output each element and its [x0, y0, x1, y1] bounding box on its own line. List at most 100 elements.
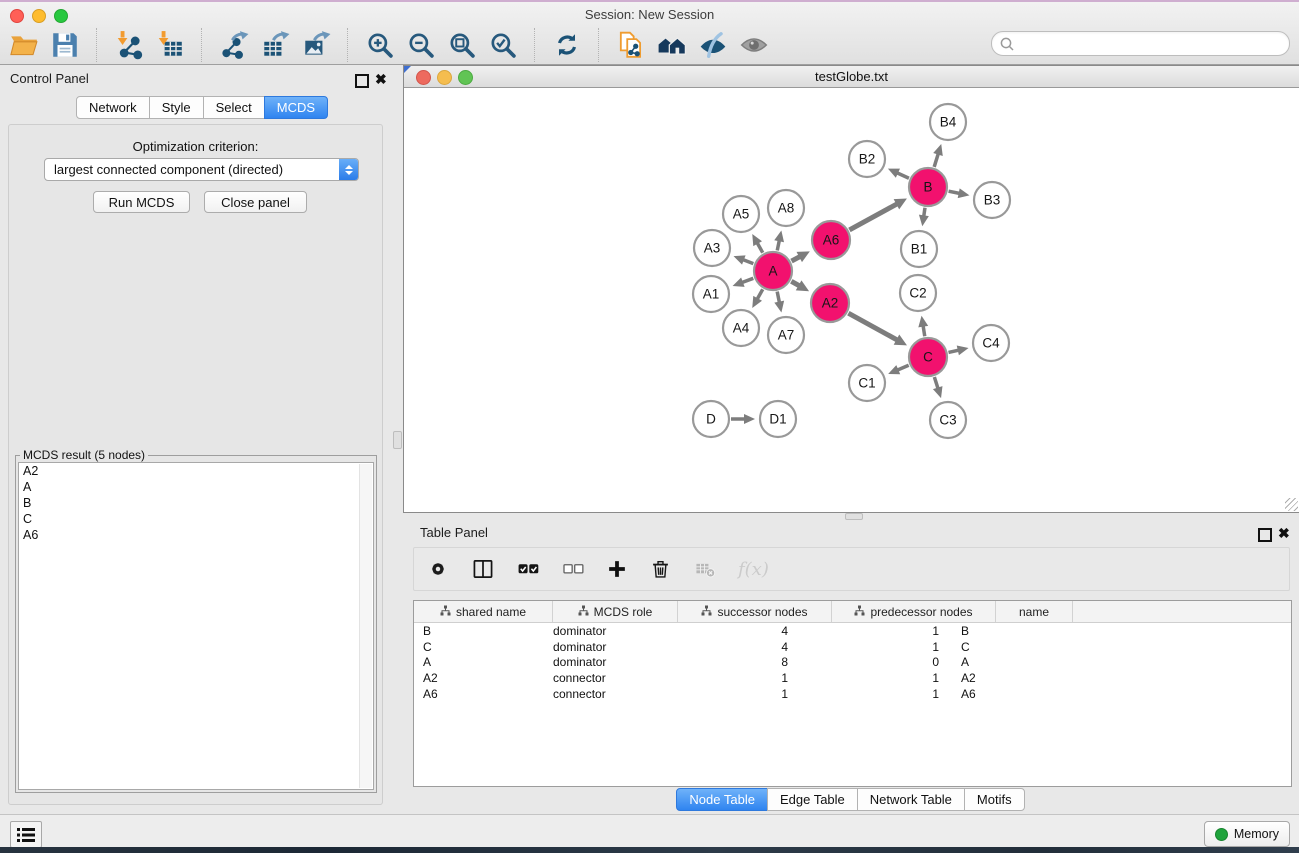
table-row[interactable]: Adominator80A: [414, 655, 1291, 671]
node-label: D: [706, 412, 716, 427]
import-table-button[interactable]: [152, 26, 188, 64]
create-column-button[interactable]: [606, 558, 628, 580]
tab-select[interactable]: Select: [203, 96, 265, 119]
export-image-button[interactable]: [298, 26, 334, 64]
table-float-panel-icon[interactable]: [1258, 528, 1272, 547]
zoom-in-button[interactable]: [362, 26, 398, 64]
toggle-columns-button[interactable]: [471, 557, 495, 581]
tab-network[interactable]: Network: [76, 96, 150, 119]
window-resize-grip[interactable]: [1285, 498, 1298, 511]
show-all-button[interactable]: [736, 26, 772, 64]
column-header-successor-nodes[interactable]: successor nodes: [678, 601, 832, 622]
table-row[interactable]: Bdominator41B: [414, 623, 1291, 639]
mcds-result-item[interactable]: C: [19, 511, 373, 527]
export-table-button[interactable]: [257, 26, 293, 64]
table-row[interactable]: Cdominator41C: [414, 639, 1291, 655]
tab-style[interactable]: Style: [149, 96, 204, 119]
select-all-rows-button[interactable]: [516, 557, 540, 581]
zoom-selected-icon: [488, 30, 518, 60]
result-scrollbar[interactable]: [359, 464, 372, 788]
first-neighbors-icon: [657, 30, 687, 60]
table-row[interactable]: A6connector11A6: [414, 686, 1291, 702]
list-icon: [17, 827, 35, 843]
deselect-all-rows-icon: [561, 557, 585, 581]
mcds-result-item[interactable]: A6: [19, 527, 373, 543]
delete-columns-button[interactable]: [649, 558, 672, 581]
search-input[interactable]: [1019, 34, 1289, 54]
table-settings-button[interactable]: [426, 557, 450, 581]
run-mcds-button[interactable]: Run MCDS: [93, 191, 190, 213]
apply-function-button: f(x): [738, 559, 769, 580]
optimization-criterion-label: Optimization criterion:: [9, 139, 382, 154]
edge-B-B4[interactable]: [934, 153, 938, 167]
desktop-background-strip: [0, 847, 1299, 853]
edge-arrowhead: [957, 345, 969, 355]
hide-selected-button[interactable]: [695, 26, 731, 64]
edge-B-B2[interactable]: [896, 172, 909, 178]
task-history-button[interactable]: [10, 821, 42, 848]
network-canvas[interactable]: B4B2BB3A8A5A6A3B1AC2A1A2A4A7C4CC1C3DD1: [404, 88, 1299, 512]
column-type-icon: [701, 605, 712, 616]
new-network-from-selection-button[interactable]: [613, 26, 649, 64]
tab-network-table[interactable]: Network Table: [857, 788, 965, 811]
refresh-button[interactable]: [549, 26, 585, 64]
tab-node-table[interactable]: Node Table: [676, 788, 768, 811]
deselect-all-rows-button[interactable]: [561, 557, 585, 581]
import-network-button[interactable]: [111, 26, 147, 64]
column-header-label: MCDS role: [594, 605, 653, 619]
close-panel-icon[interactable]: ✖: [375, 73, 387, 85]
table-cell: 4: [660, 624, 801, 638]
status-bar: Memory: [0, 814, 1299, 848]
edge-arrowhead: [734, 255, 746, 264]
export-network-button[interactable]: [216, 26, 252, 64]
table-close-panel-icon[interactable]: ✖: [1278, 527, 1290, 539]
toolbar-separator: [598, 28, 600, 62]
table-cell: dominator: [544, 640, 660, 654]
edge-A6-B[interactable]: [849, 203, 898, 230]
column-header-label: shared name: [456, 605, 526, 619]
open-file-button[interactable]: [6, 26, 42, 64]
column-header-predecessor-nodes[interactable]: predecessor nodes: [832, 601, 996, 622]
node-label: C3: [939, 413, 956, 428]
column-header-name[interactable]: name: [996, 601, 1073, 622]
tab-motifs[interactable]: Motifs: [964, 788, 1025, 811]
zoom-out-button[interactable]: [403, 26, 439, 64]
zoom-out-icon: [406, 30, 436, 60]
close-panel-button[interactable]: Close panel: [204, 191, 307, 213]
mcds-result-item[interactable]: A: [19, 479, 373, 495]
node-label: C: [923, 350, 933, 365]
search-box: [991, 31, 1290, 56]
column-header-mcds-role[interactable]: MCDS role: [553, 601, 678, 622]
node-label: C1: [858, 376, 875, 391]
edge-arrowhead: [744, 414, 755, 424]
node-label: B3: [984, 193, 1001, 208]
tab-mcds[interactable]: MCDS: [264, 96, 328, 119]
column-header-shared-name[interactable]: shared name: [414, 601, 553, 622]
table-tabs: Node TableEdge TableNetwork TableMotifs: [403, 788, 1299, 811]
tab-edge-table[interactable]: Edge Table: [767, 788, 858, 811]
node-label: B4: [940, 115, 957, 130]
save-session-button[interactable]: [47, 26, 83, 64]
optimization-criterion-select[interactable]: largest connected component (directed): [44, 158, 359, 181]
mcds-result-group: MCDS result (5 nodes) A2ABCA6: [15, 455, 377, 793]
import-table-icon: [155, 30, 185, 60]
network-window-titlebar[interactable]: testGlobe.txt: [404, 66, 1299, 88]
node-label: A6: [823, 233, 840, 248]
mcds-result-item[interactable]: B: [19, 495, 373, 511]
toggle-columns-icon: [471, 557, 495, 581]
node-label: A7: [778, 328, 795, 343]
float-panel-icon[interactable]: [355, 74, 369, 93]
table-row[interactable]: A2connector11A2: [414, 670, 1291, 686]
node-label: A1: [703, 287, 720, 302]
memory-button[interactable]: Memory: [1204, 821, 1290, 847]
edge-A2-C[interactable]: [848, 313, 898, 340]
first-neighbors-button[interactable]: [654, 26, 690, 64]
zoom-fit-button[interactable]: [444, 26, 480, 64]
vertical-split-handle[interactable]: [393, 431, 402, 449]
zoom-selected-button[interactable]: [485, 26, 521, 64]
control-panel: Control Panel ✖ NetworkStyleSelectMCDS O…: [0, 65, 391, 813]
column-type-icon: [440, 605, 451, 616]
column-type-icon: [854, 605, 865, 616]
zoom-in-icon: [365, 30, 395, 60]
mcds-result-item[interactable]: A2: [19, 463, 373, 479]
